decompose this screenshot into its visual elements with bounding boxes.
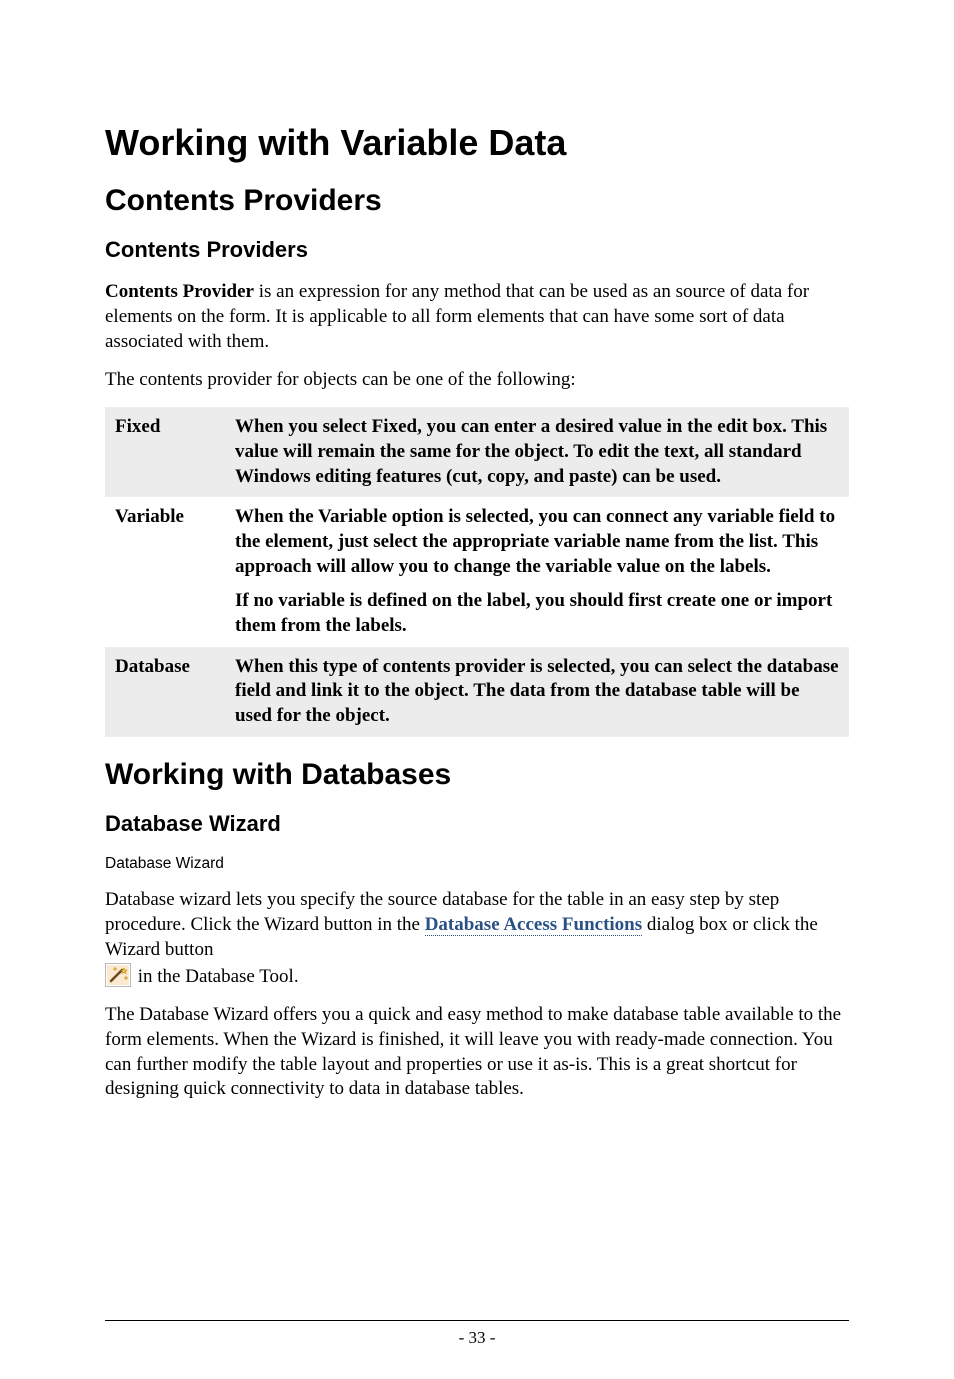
intro-paragraph-2: The contents provider for objects can be… — [105, 368, 849, 393]
intro-paragraph: Contents Provider is an expression for a… — [105, 280, 849, 354]
subhead-database-wizard: Database Wizard — [105, 854, 849, 874]
contents-provider-table: Fixed When you select Fixed, you can ent… — [105, 407, 849, 737]
desc-paragraph: If no variable is defined on the label, … — [235, 589, 839, 638]
subsection-contents-providers: Contents Providers — [105, 236, 849, 265]
db-paragraph-2: The Database Wizard offers you a quick a… — [105, 1003, 849, 1102]
desc-cell: When you select Fixed, you can enter a d… — [225, 407, 849, 497]
footer-rule — [105, 1320, 849, 1321]
chapter-title: Working with Variable Data — [105, 120, 849, 167]
table-row: Fixed When you select Fixed, you can ent… — [105, 407, 849, 497]
db-paragraph-1: Database wizard lets you specify the sou… — [105, 888, 849, 989]
section-contents-providers: Contents Providers — [105, 181, 849, 220]
db-p1-c: in the Database Tool. — [133, 966, 299, 987]
section-working-with-databases: Working with Databases — [105, 755, 849, 794]
term-cell: Database — [105, 647, 225, 737]
link-database-access-functions[interactable]: Database Access Functions — [425, 914, 642, 936]
desc-paragraph: When the Variable option is selected, yo… — [235, 505, 839, 579]
intro-lead-term: Contents Provider — [105, 281, 254, 302]
desc-paragraph: When this type of contents provider is s… — [235, 655, 839, 729]
term-cell: Fixed — [105, 407, 225, 497]
desc-paragraph: When you select Fixed, you can enter a d… — [235, 415, 839, 489]
page-number: - 33 - — [105, 1327, 849, 1349]
subsection-database-wizard: Database Wizard — [105, 810, 849, 839]
table-row: Variable When the Variable option is sel… — [105, 497, 849, 646]
desc-cell: When this type of contents provider is s… — [225, 647, 849, 737]
wizard-icon — [105, 963, 131, 987]
desc-cell: When the Variable option is selected, yo… — [225, 497, 849, 646]
page: Working with Variable Data Contents Prov… — [0, 0, 954, 1320]
table-row: Database When this type of contents prov… — [105, 647, 849, 737]
term-cell: Variable — [105, 497, 225, 646]
